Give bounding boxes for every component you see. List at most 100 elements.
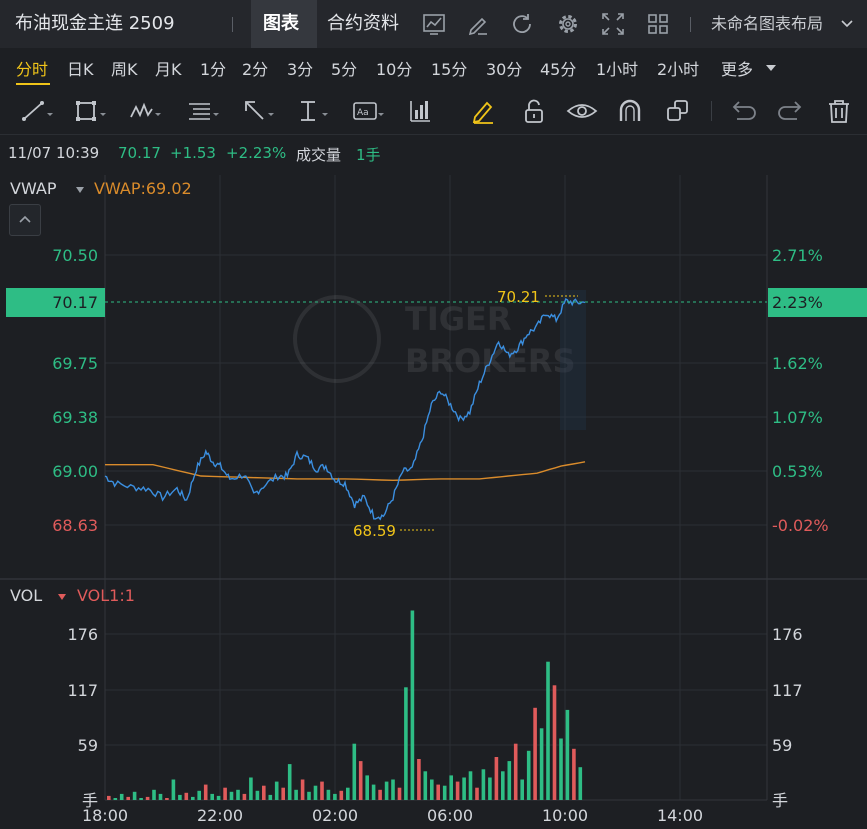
volume-bar	[132, 791, 137, 800]
layout-name[interactable]: 未命名图表布局	[711, 0, 823, 48]
volume-bar	[242, 793, 247, 800]
tab-period-9[interactable]: 15分	[431, 56, 467, 80]
refresh-icon[interactable]	[508, 10, 536, 38]
volume-bar	[391, 779, 395, 800]
volume-bar	[320, 781, 324, 800]
tiger-brokers-watermark: TIGER BROKERS	[293, 295, 576, 383]
vol-tick-left: 59	[78, 736, 98, 755]
trash-icon[interactable]	[821, 97, 857, 125]
caret-down-icon[interactable]	[765, 63, 777, 73]
volume-bar	[352, 743, 357, 800]
tab-period-7[interactable]: 5分	[331, 56, 357, 80]
symbol-title[interactable]: 布油现金主连 2509	[15, 0, 175, 48]
vwap-indicator-name[interactable]: VWAP	[10, 179, 56, 198]
indicator-chart-icon[interactable]	[420, 10, 448, 38]
x-tick: 14:00	[657, 806, 703, 825]
tab-period-5[interactable]: 2分	[242, 56, 268, 80]
gear-icon[interactable]	[554, 10, 582, 38]
caret-down-icon[interactable]	[57, 593, 67, 601]
volume-bar	[552, 685, 557, 800]
volume-bar	[274, 781, 279, 800]
high-label: 70.21	[497, 288, 540, 306]
tab-period-1[interactable]: 日K	[67, 56, 94, 80]
tab-period-13[interactable]: 2小时	[657, 56, 699, 80]
y-tick-right: -0.02%	[772, 516, 829, 535]
volume-bar	[126, 796, 130, 800]
tab-period-2[interactable]: 周K	[111, 56, 138, 80]
volume-bar	[339, 790, 344, 800]
info-change-pct: +2.23%	[226, 144, 287, 162]
tab-contract-info[interactable]: 合约资料	[327, 0, 399, 48]
volume-bar	[449, 775, 453, 800]
tab-period-6[interactable]: 3分	[287, 56, 313, 80]
current-pct-tag-label: 2.23%	[772, 293, 823, 312]
unlock-icon[interactable]	[517, 97, 553, 125]
grid-layout-icon[interactable]	[644, 10, 672, 38]
low-label: 68.59	[353, 522, 396, 540]
volume-bar	[481, 769, 486, 800]
tab-period-10[interactable]: 30分	[486, 56, 522, 80]
tab-more[interactable]: 更多	[721, 56, 753, 80]
volume-bar	[423, 771, 428, 800]
volume-bar	[210, 793, 214, 800]
trend-line-icon[interactable]	[20, 97, 56, 125]
measure-icon[interactable]	[295, 97, 331, 125]
volume-bar	[378, 789, 382, 800]
tab-chart[interactable]: 图表	[263, 0, 299, 48]
clone-icon[interactable]	[661, 97, 697, 125]
volume-bar	[513, 743, 518, 800]
highlighter-icon[interactable]	[467, 97, 503, 125]
magnet-icon[interactable]	[612, 97, 648, 125]
fib-icon[interactable]	[186, 97, 222, 125]
fullscreen-icon[interactable]	[599, 10, 627, 38]
volume-bar	[197, 790, 201, 800]
vol-indicator-value: VOL1:1	[77, 586, 135, 605]
svg-text:TIGER: TIGER	[405, 300, 512, 338]
y-tick-left: 69.38	[52, 408, 98, 427]
highlight-zone	[560, 290, 586, 430]
volume-bar	[436, 784, 440, 800]
undo-icon[interactable]	[725, 97, 761, 125]
pattern-icon[interactable]	[128, 97, 164, 125]
current-price-tag-label: 70.17	[52, 293, 98, 312]
draw-edit-icon[interactable]	[464, 10, 492, 38]
volume-bar	[107, 795, 111, 800]
text-note-icon[interactable]: Aa	[351, 97, 387, 125]
volume-bar	[203, 784, 208, 800]
volume-bar	[559, 738, 563, 800]
tab-period-3[interactable]: 月K	[155, 56, 182, 80]
vol-tick-left: 176	[67, 625, 98, 644]
volume-bar	[307, 791, 311, 800]
volume-bar	[494, 757, 499, 800]
volume-bar	[430, 779, 434, 800]
collapse-panel-button[interactable]	[9, 204, 41, 236]
volume-bar	[546, 661, 550, 800]
eye-icon[interactable]	[564, 97, 600, 125]
tab-period-4[interactable]: 1分	[200, 56, 226, 80]
x-tick: 18:00	[82, 806, 128, 825]
y-tick-right: 0.53%	[772, 462, 823, 481]
volume-bar	[249, 777, 253, 800]
volume-profile-icon[interactable]	[406, 97, 442, 125]
chevron-down-icon[interactable]	[841, 19, 853, 29]
tab-period-0[interactable]: 分时	[16, 56, 48, 80]
tab-period-8[interactable]: 10分	[376, 56, 412, 80]
price-volume-chart[interactable]: TIGER BROKERS 70.21 68.59 70.17 2.23% 70…	[0, 170, 867, 829]
volume-bar	[578, 767, 583, 800]
svg-text:Aa: Aa	[357, 108, 369, 118]
volume-bar	[152, 789, 156, 800]
tab-period-12[interactable]: 1小时	[596, 56, 638, 80]
vol-indicator-name[interactable]: VOL	[10, 586, 42, 605]
arrow-icon[interactable]	[241, 97, 277, 125]
tab-period-11[interactable]: 45分	[540, 56, 576, 80]
caret-down-icon[interactable]	[75, 186, 85, 194]
vol-tick-right: 176	[772, 625, 803, 644]
rectangle-icon[interactable]	[73, 97, 109, 125]
volume-bar	[520, 779, 524, 800]
y-tick-right: 2.71%	[772, 246, 823, 265]
volume-bar	[287, 764, 292, 800]
volume-bar	[165, 798, 169, 800]
volume-bar	[300, 779, 305, 800]
redo-icon[interactable]	[773, 97, 809, 125]
top-bar: 布油现金主连 2509 图表 合约资料 未命名图表布局	[0, 0, 867, 48]
